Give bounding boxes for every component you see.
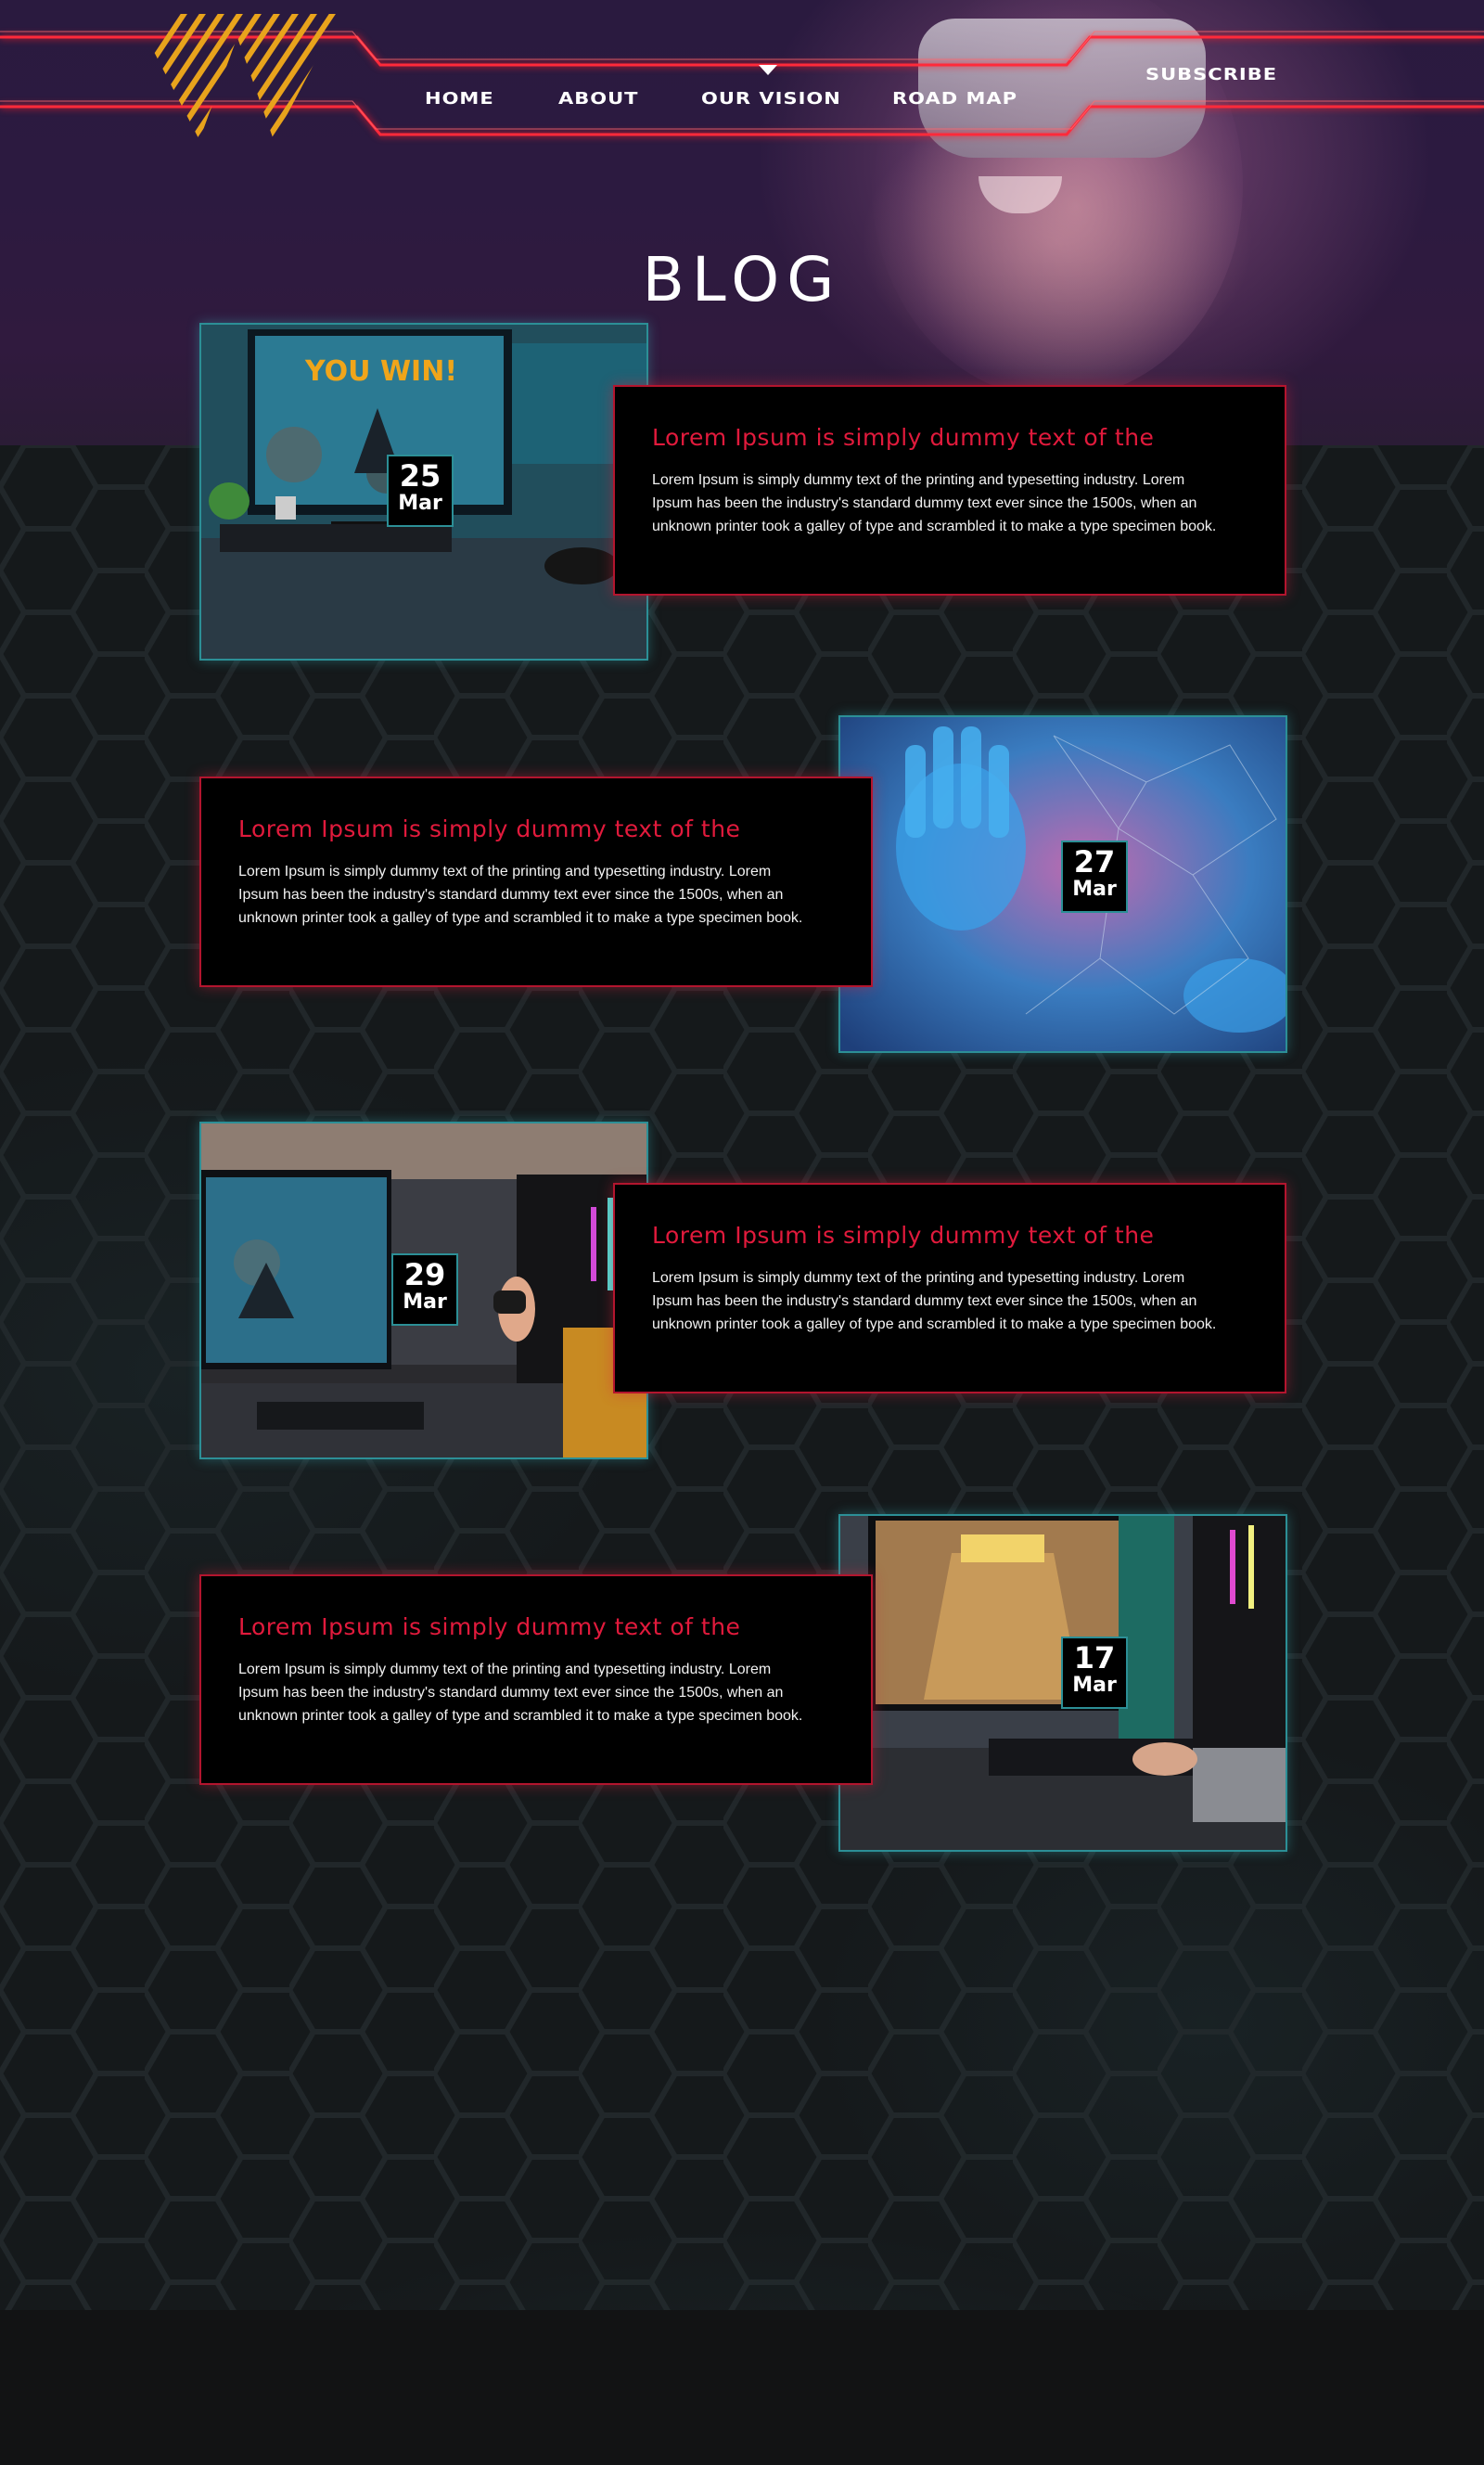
post-1-image[interactable]: YOU WIN! 25 Mar — [199, 323, 648, 661]
nav-our-vision[interactable]: OUR VISION — [701, 89, 841, 108]
post-2-month: Mar — [1072, 878, 1117, 901]
post-4-date-badge: 17 Mar — [1061, 1637, 1128, 1709]
nav-road-map[interactable]: ROAD MAP — [892, 89, 1017, 108]
post-2-excerpt: Lorem Ipsum is simply dummy text of the … — [238, 864, 803, 926]
post-3-title[interactable]: Lorem Ipsum is simply dummy text of the — [652, 1222, 1154, 1249]
subscribe-button[interactable]: SUBSCRIBE — [1145, 65, 1277, 83]
footer-area — [0, 2310, 1484, 2465]
post-3-image[interactable]: 29 Mar — [199, 1122, 648, 1459]
post-2-image[interactable]: 27 Mar — [838, 715, 1287, 1053]
nav-home[interactable]: HOME — [425, 89, 494, 108]
post-3-excerpt: Lorem Ipsum is simply dummy text of the … — [652, 1270, 1217, 1332]
post-1-title[interactable]: Lorem Ipsum is simply dummy text of the — [652, 424, 1154, 451]
nav-active-indicator — [759, 65, 777, 75]
post-1-card[interactable]: Lorem Ipsum is simply dummy text of the … — [613, 385, 1286, 596]
post-2-date-badge: 27 Mar — [1061, 841, 1128, 913]
post-1-day: 25 — [399, 458, 441, 494]
post-4-image[interactable]: 17 Mar — [838, 1514, 1287, 1852]
page-title: BLOG — [642, 244, 842, 315]
post-4-card[interactable]: Lorem Ipsum is simply dummy text of the … — [199, 1574, 873, 1785]
post-3-card[interactable]: Lorem Ipsum is simply dummy text of the … — [613, 1183, 1286, 1393]
post-1-month: Mar — [398, 492, 442, 515]
post-3-month: Mar — [403, 1290, 447, 1314]
post-4-title[interactable]: Lorem Ipsum is simply dummy text of the — [238, 1613, 740, 1640]
post-1-date-badge: 25 Mar — [387, 455, 454, 527]
nav-about[interactable]: ABOUT — [558, 89, 639, 108]
post-2-title[interactable]: Lorem Ipsum is simply dummy text of the — [238, 815, 740, 842]
post-4-excerpt: Lorem Ipsum is simply dummy text of the … — [238, 1662, 803, 1724]
post-2-card[interactable]: Lorem Ipsum is simply dummy text of the … — [199, 777, 873, 987]
post-2-day: 27 — [1073, 844, 1116, 879]
post-4-day: 17 — [1073, 1640, 1116, 1675]
screen-headline: YOU WIN! — [304, 355, 457, 388]
post-3-date-badge: 29 Mar — [391, 1253, 458, 1326]
brand-logo[interactable] — [134, 14, 340, 140]
post-3-day: 29 — [403, 1257, 446, 1292]
post-1-excerpt: Lorem Ipsum is simply dummy text of the … — [652, 472, 1217, 534]
post-4-month: Mar — [1072, 1674, 1117, 1697]
